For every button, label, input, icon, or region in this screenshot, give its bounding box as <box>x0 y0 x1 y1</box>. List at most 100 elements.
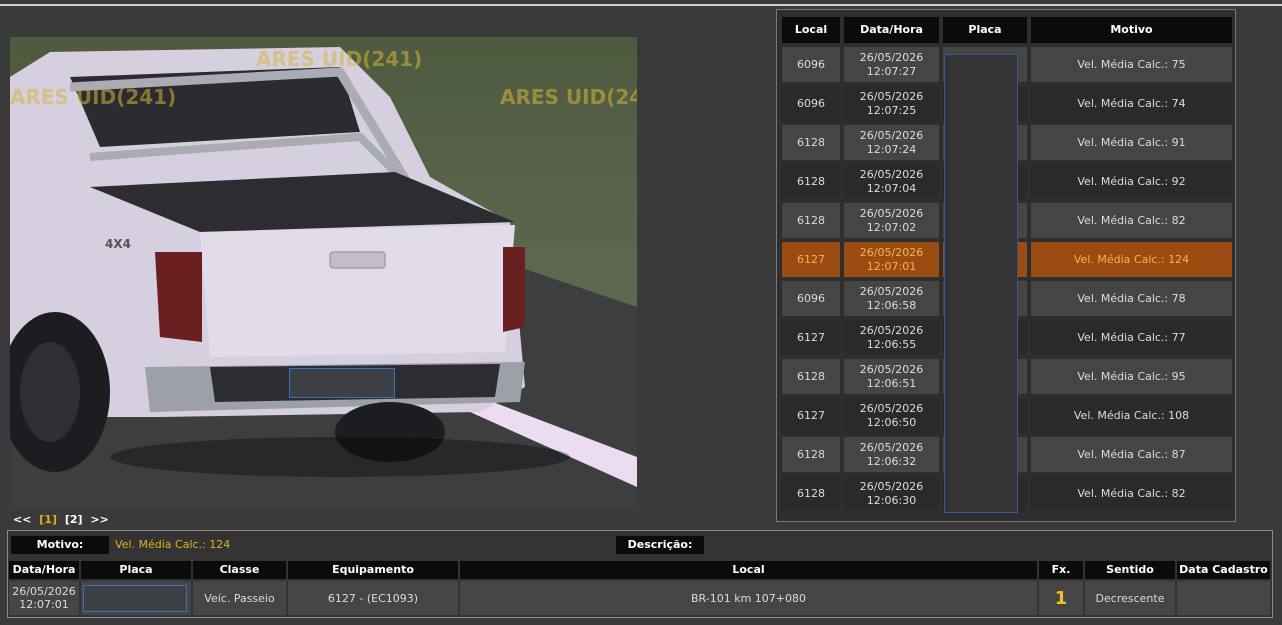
cell-time: 12:07:01 <box>866 259 917 273</box>
cell-motivo: Vel. Média Calc.: 75 <box>1031 47 1232 82</box>
cell-datahora: 26/05/2026 12:06:30 <box>844 476 939 511</box>
detail-classe: Veíc. Passeio <box>193 581 286 615</box>
cell-datahora: 26/05/2026 12:06:55 <box>844 320 939 355</box>
cell-time: 12:07:04 <box>866 181 917 195</box>
cell-time: 12:07:27 <box>866 64 917 78</box>
cell-date: 26/05/2026 <box>859 167 924 181</box>
cell-datahora: 26/05/2026 12:06:51 <box>844 359 939 394</box>
vehicle-photo: ARES UID(241) ARES UID(241) ARES UID(241… <box>10 37 637 507</box>
watermark-left: ARES UID(241) <box>10 85 177 109</box>
cell-local: 6096 <box>782 47 840 82</box>
detail-header-sentido: Sentido <box>1085 561 1175 579</box>
cell-time: 12:06:50 <box>866 415 917 429</box>
cell-time: 12:07:02 <box>866 220 917 234</box>
header-motivo[interactable]: Motivo <box>1031 17 1232 43</box>
cell-date: 26/05/2026 <box>859 479 924 493</box>
cell-local: 6127 <box>782 242 840 277</box>
detail-header-datahora: Data/Hora <box>9 561 79 579</box>
cell-datahora: 26/05/2026 12:07:25 <box>844 86 939 121</box>
motivo-label: Motivo: <box>11 536 109 554</box>
cell-date: 26/05/2026 <box>859 440 924 454</box>
motivo-value: Vel. Média Calc.: 124 <box>115 538 231 551</box>
records-table: Local Data/Hora Placa Motivo 6096 26/05/2… <box>776 9 1236 522</box>
detail-data-cadastro <box>1177 581 1270 615</box>
detail-header-classe: Classe <box>193 561 286 579</box>
detail-panel: Motivo: Vel. Média Calc.: 124 Descrição:… <box>7 530 1273 618</box>
cell-date: 26/05/2026 <box>859 50 924 64</box>
detail-fx: 1 <box>1054 587 1068 609</box>
cell-time: 12:07:25 <box>866 103 917 117</box>
pager-next[interactable]: >> <box>90 513 108 526</box>
cell-time: 12:06:58 <box>866 298 917 312</box>
cell-time: 12:06:55 <box>866 337 917 351</box>
cell-local: 6096 <box>782 281 840 316</box>
vehicle-badge: 4X4 <box>105 237 131 251</box>
detail-header-fx: Fx. <box>1039 561 1083 579</box>
cell-motivo: Vel. Média Calc.: 124 <box>1031 242 1232 277</box>
cell-motivo: Vel. Média Calc.: 77 <box>1031 320 1232 355</box>
top-divider <box>0 4 1282 6</box>
detail-equipamento: 6127 - (EC1093) <box>288 581 458 615</box>
cell-motivo: Vel. Média Calc.: 87 <box>1031 437 1232 472</box>
cell-motivo: Vel. Média Calc.: 74 <box>1031 86 1232 121</box>
cell-motivo: Vel. Média Calc.: 92 <box>1031 164 1232 199</box>
pager-prev[interactable]: << <box>13 513 31 526</box>
cell-datahora: 26/05/2026 12:06:58 <box>844 281 939 316</box>
header-local[interactable]: Local <box>782 17 840 43</box>
cell-local: 6128 <box>782 125 840 160</box>
detail-datahora: 26/05/2026 12:07:01 <box>9 581 79 615</box>
cell-time: 12:06:51 <box>866 376 917 390</box>
detail-header-local: Local <box>460 561 1037 579</box>
detail-header-equipamento: Equipamento <box>288 561 458 579</box>
cell-datahora: 26/05/2026 12:07:04 <box>844 164 939 199</box>
cell-date: 26/05/2026 <box>859 245 924 259</box>
watermark-right: ARES UID(241) <box>500 85 637 109</box>
cell-date: 26/05/2026 <box>859 89 924 103</box>
header-datahora[interactable]: Data/Hora <box>844 17 939 43</box>
cell-datahora: 26/05/2026 12:06:50 <box>844 398 939 433</box>
cell-datahora: 26/05/2026 12:07:02 <box>844 203 939 238</box>
detail-sentido: Decrescente <box>1085 581 1175 615</box>
cell-datahora: 26/05/2026 12:07:01 <box>844 242 939 277</box>
cell-date: 26/05/2026 <box>859 284 924 298</box>
cell-local: 6127 <box>782 398 840 433</box>
cell-date: 26/05/2026 <box>859 128 924 142</box>
detail-fx-cell: 1 <box>1039 581 1083 615</box>
cell-time: 12:07:24 <box>866 142 917 156</box>
cell-motivo: Vel. Média Calc.: 82 <box>1031 476 1232 511</box>
cell-local: 6127 <box>782 320 840 355</box>
cell-motivo: Vel. Média Calc.: 82 <box>1031 203 1232 238</box>
cell-local: 6128 <box>782 164 840 199</box>
cell-local: 6128 <box>782 476 840 511</box>
cell-time: 12:06:32 <box>866 454 917 468</box>
cell-local: 6096 <box>782 86 840 121</box>
watermark-top: ARES UID(241) <box>256 47 423 71</box>
cell-date: 26/05/2026 <box>859 362 924 376</box>
descricao-label: Descrição: <box>616 536 704 554</box>
cell-motivo: Vel. Média Calc.: 91 <box>1031 125 1232 160</box>
cell-date: 26/05/2026 <box>859 206 924 220</box>
detail-time: 12:07:01 <box>19 598 69 611</box>
pager-page-1[interactable]: [1] <box>39 513 57 526</box>
records-header: Local Data/Hora Placa Motivo <box>782 17 1232 43</box>
cell-datahora: 26/05/2026 12:07:27 <box>844 47 939 82</box>
cell-local: 6128 <box>782 437 840 472</box>
detail-placa-box <box>83 585 187 612</box>
cell-date: 26/05/2026 <box>859 323 924 337</box>
cell-motivo: Vel. Média Calc.: 108 <box>1031 398 1232 433</box>
cell-date: 26/05/2026 <box>859 401 924 415</box>
cell-motivo: Vel. Média Calc.: 95 <box>1031 359 1232 394</box>
license-plate-box <box>289 368 395 398</box>
placa-column-box <box>944 54 1018 513</box>
pager-page-2[interactable]: [2] <box>65 513 83 526</box>
detail-header-placa: Placa <box>81 561 191 579</box>
photo-pager: << [1] [2] >> <box>13 513 113 526</box>
detail-date: 26/05/2026 <box>12 585 76 598</box>
detail-local: BR-101 km 107+080 <box>460 581 1037 615</box>
header-placa[interactable]: Placa <box>943 17 1027 43</box>
detail-header-data-cadastro: Data Cadastro <box>1177 561 1270 579</box>
cell-motivo: Vel. Média Calc.: 78 <box>1031 281 1232 316</box>
cell-local: 6128 <box>782 203 840 238</box>
cell-datahora: 26/05/2026 12:07:24 <box>844 125 939 160</box>
cell-time: 12:06:30 <box>866 493 917 507</box>
